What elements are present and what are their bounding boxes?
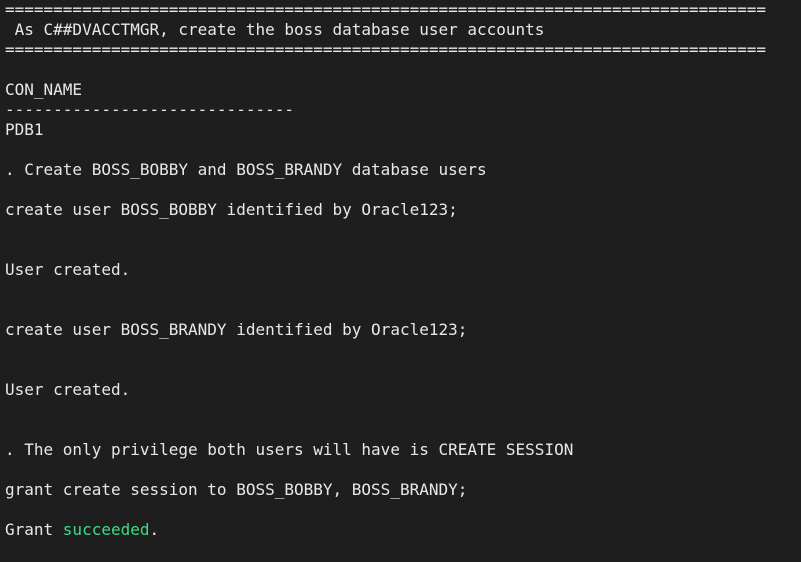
command-create-boss-bobby: create user BOSS_BOBBY identified by Ora…	[5, 200, 458, 219]
banner-top-rule: ========================================…	[5, 0, 766, 19]
terminal-window[interactable]: ========================================…	[0, 0, 801, 562]
step-create-users: . Create BOSS_BOBBY and BOSS_BRANDY data…	[5, 160, 487, 179]
result-user-created-2: User created.	[5, 380, 131, 399]
result-grant-status-word: succeeded	[62, 520, 150, 539]
con-name-value: PDB1	[5, 120, 44, 139]
banner-bottom-rule: ========================================…	[5, 40, 766, 59]
command-create-boss-brandy: create user BOSS_BRANDY identified by Or…	[5, 320, 468, 339]
con-name-underline: ------------------------------	[5, 100, 294, 119]
command-grant-create-session: grant create session to BOSS_BOBBY, BOSS…	[5, 480, 468, 499]
result-grant-prefix: Grant	[5, 520, 63, 539]
banner-title: As C##DVACCTMGR, create the boss databas…	[5, 20, 545, 39]
result-grant-suffix: .	[149, 520, 160, 539]
step-grant-privilege: . The only privilege both users will hav…	[5, 440, 574, 459]
result-user-created-1: User created.	[5, 260, 131, 279]
con-name-header: CON_NAME	[5, 80, 83, 99]
result-grant-succeeded: Grant succeeded.	[5, 520, 801, 540]
